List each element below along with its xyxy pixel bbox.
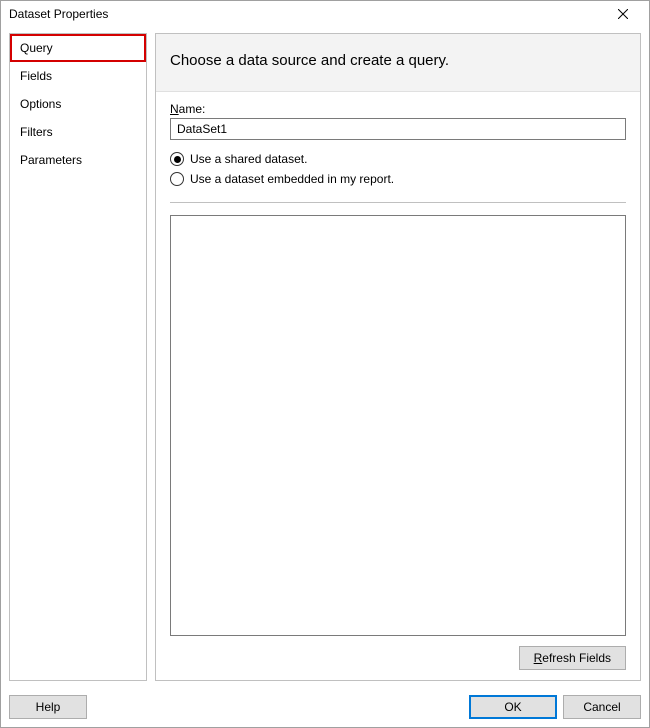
- dialog-title: Dataset Properties: [9, 7, 108, 21]
- footer-left: Help: [9, 695, 87, 719]
- content-area: Query Fields Options Filters Parameters …: [1, 27, 649, 687]
- refresh-row: Refresh Fields: [170, 646, 626, 670]
- query-textarea[interactable]: [170, 215, 626, 636]
- name-label: Name:: [170, 102, 626, 116]
- close-button[interactable]: [605, 4, 641, 24]
- sidebar-item-options[interactable]: Options: [10, 90, 146, 118]
- sidebar-item-label: Query: [20, 41, 53, 55]
- help-button[interactable]: Help: [9, 695, 87, 719]
- titlebar: Dataset Properties: [1, 1, 649, 27]
- radio-shared-dataset[interactable]: Use a shared dataset.: [170, 152, 626, 166]
- sidebar-item-label: Parameters: [20, 153, 82, 167]
- main-panel: Choose a data source and create a query.…: [155, 33, 641, 681]
- sidebar-item-label: Filters: [20, 125, 53, 139]
- sidebar-item-fields[interactable]: Fields: [10, 62, 146, 90]
- refresh-fields-button[interactable]: Refresh Fields: [519, 646, 626, 670]
- panel-header: Choose a data source and create a query.: [156, 34, 640, 92]
- cancel-button[interactable]: Cancel: [563, 695, 641, 719]
- footer: Help OK Cancel: [1, 687, 649, 727]
- sidebar: Query Fields Options Filters Parameters: [9, 33, 147, 681]
- name-input[interactable]: [170, 118, 626, 140]
- close-icon: [618, 9, 628, 19]
- radio-embedded-dataset[interactable]: Use a dataset embedded in my report.: [170, 172, 626, 186]
- panel-heading: Choose a data source and create a query.: [170, 52, 449, 69]
- footer-right: OK Cancel: [469, 695, 641, 719]
- sidebar-item-filters[interactable]: Filters: [10, 118, 146, 146]
- sidebar-item-parameters[interactable]: Parameters: [10, 146, 146, 174]
- radio-icon: [170, 172, 184, 186]
- ok-button[interactable]: OK: [469, 695, 557, 719]
- sidebar-item-query[interactable]: Query: [10, 34, 146, 62]
- divider: [170, 202, 626, 203]
- radio-icon: [170, 152, 184, 166]
- sidebar-item-label: Options: [20, 97, 61, 111]
- dataset-properties-dialog: Dataset Properties Query Fields Options …: [0, 0, 650, 728]
- radio-label: Use a shared dataset.: [190, 152, 307, 166]
- radio-label: Use a dataset embedded in my report.: [190, 172, 394, 186]
- sidebar-item-label: Fields: [20, 69, 52, 83]
- panel-body: Name: Use a shared dataset. Use a datase…: [156, 92, 640, 680]
